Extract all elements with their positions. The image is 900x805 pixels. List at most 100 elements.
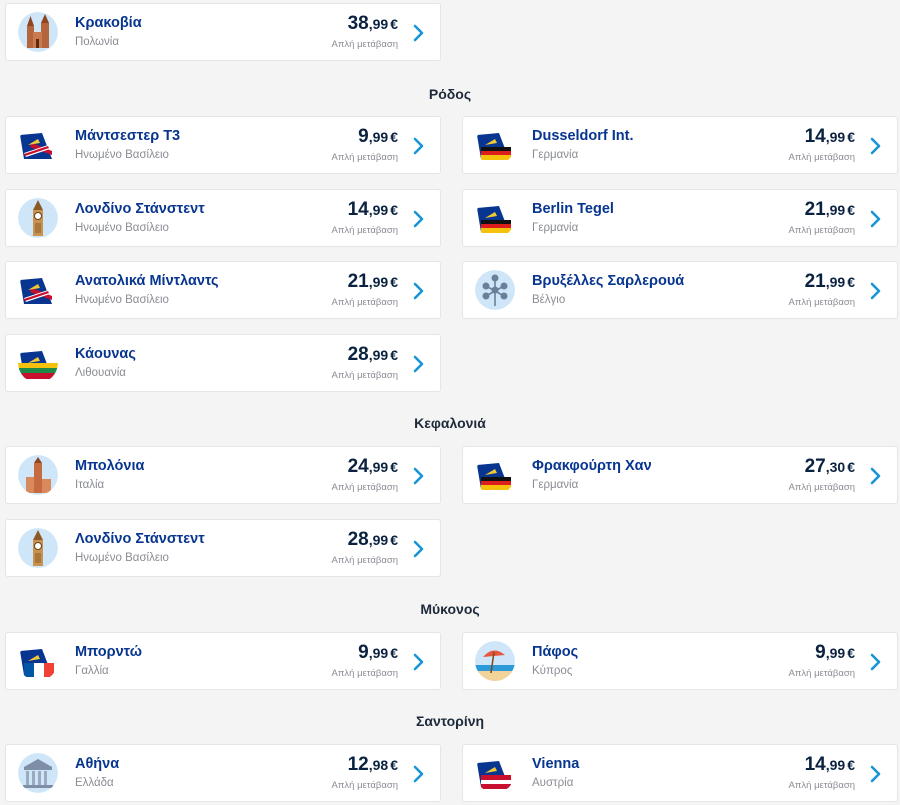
flight-card[interactable]: Κάουνας Λιθουανία 28,99 € Απλή μετάβαση [5,334,441,392]
flight-card[interactable]: Μάντσεστερ T3 Ηνωμένο Βασίλειο 9,99 € Απλ… [5,116,441,174]
price: 12,98 € [347,754,398,775]
france-flag-tail-icon [18,641,58,681]
destination-city: Vienna [532,756,580,772]
big-ben-icon [18,198,58,238]
destination-country: Ηνωμένο Βασίλειο [75,294,169,306]
chevron-right-icon[interactable] [869,466,883,486]
flight-card[interactable]: Αθήνα Ελλάδα 12,98 € Απλή μετάβαση [5,744,441,802]
fare-type-label: Απλή μετάβαση [788,152,856,163]
chevron-right-icon[interactable] [412,136,426,156]
destination-country: Γερμανία [532,149,579,161]
destination-city: Κάουνας [75,346,136,362]
chevron-right-icon[interactable] [869,764,883,784]
flight-card[interactable]: Vienna Αυστρία 14,99 € Απλή μετάβαση [462,744,898,802]
destination-country: Ιταλία [75,479,105,491]
section-title: Κεφαλονιά [414,415,486,431]
price: 38,99 € [347,13,398,34]
chevron-right-icon[interactable] [412,652,426,672]
price: 21,99 € [804,199,855,220]
flight-card[interactable]: Μπολόνια Ιταλία 24,99 € Απλή μετάβαση [5,446,441,504]
price: 14,99 € [804,126,855,147]
fare-type-label: Απλή μετάβαση [788,668,856,679]
flight-card[interactable]: Πάφος Κύπρος 9,99 € Απλή μετάβαση [462,632,898,690]
destination-city: Πάφος [532,644,579,660]
atomium-icon [475,270,515,310]
destination-country: Ηνωμένο Βασίλειο [75,149,169,161]
flight-card[interactable]: Μπορντώ Γαλλία 9,99 € Απλή μετάβαση [5,632,441,690]
price: 28,99 € [347,344,398,365]
destination-city: Λονδίνο Στάνστεντ [75,531,205,547]
germany-flag-tail-icon [475,455,515,495]
flight-card[interactable]: Φρακφούρτη Χαν Γερμανία 27,30 € Απλή μετά… [462,446,898,504]
price: 27,30 € [804,456,855,477]
fare-type-label: Απλή μετάβαση [331,668,399,679]
destination-city: Μπολόνια [75,458,145,474]
flight-card[interactable]: Λονδίνο Στάνστεντ Ηνωμένο Βασίλειο 28,99… [5,519,441,577]
fare-type-label: Απλή μετάβαση [788,482,856,493]
chevron-right-icon[interactable] [869,281,883,301]
fare-type-label: Απλή μετάβαση [788,780,856,791]
destination-city: Αθήνα [75,756,120,772]
destination-country: Ηνωμένο Βασίλειο [75,222,169,234]
uk-flag-tail-icon [18,125,58,165]
chevron-right-icon[interactable] [869,652,883,672]
destination-country: Αυστρία [532,777,574,789]
chevron-right-icon[interactable] [412,354,426,374]
destination-city: Μάντσεστερ T3 [75,128,181,144]
destination-country: Γερμανία [532,479,579,491]
fare-type-label: Απλή μετάβαση [331,370,399,381]
germany-flag-tail-icon [475,125,515,165]
destination-country: Γερμανία [532,222,579,234]
destination-country: Κύπρος [532,665,573,677]
price: 9,99 € [815,642,855,663]
destination-city: Λονδίνο Στάνστεντ [75,201,205,217]
price: 24,99 € [347,456,398,477]
tower-icon [18,455,58,495]
chevron-right-icon[interactable] [412,539,426,559]
flight-card[interactable]: Κρακοβία Πολωνία 38,99 € Απλή μετάβαση [5,3,441,61]
section-title: Σαντορίνη [415,713,485,729]
chevron-right-icon[interactable] [869,136,883,156]
fare-type-label: Απλή μετάβαση [331,152,399,163]
destination-city: Φρακφούρτη Χαν [532,458,652,474]
destination-country: Λιθουανία [75,367,126,379]
chevron-right-icon[interactable] [869,209,883,229]
lithuania-flag-tail-icon [18,343,58,383]
destination-city: Dusseldorf Int. [532,128,634,144]
destination-country: Πολωνία [75,36,119,48]
destination-city: Κρακοβία [75,15,142,31]
destination-city: Βρυξέλλες Σαρλερουά [532,273,685,289]
price: 9,99 € [358,642,398,663]
chevron-right-icon[interactable] [412,23,426,43]
price: 21,99 € [347,271,398,292]
section-title: Ρόδος [428,86,472,102]
price: 9,99 € [358,126,398,147]
fare-type-label: Απλή μετάβαση [788,297,856,308]
destination-country: Ελλάδα [75,777,114,789]
destination-city: Ανατολικά Μίντλαντς [75,273,219,289]
fare-type-label: Απλή μετάβαση [331,225,399,236]
chevron-right-icon[interactable] [412,281,426,301]
uk-flag-tail-icon [18,270,58,310]
chevron-right-icon[interactable] [412,209,426,229]
destination-country: Γαλλία [75,665,109,677]
price: 28,99 € [347,529,398,550]
destination-city: Berlin Tegel [532,201,614,217]
fare-type-label: Απλή μετάβαση [331,297,399,308]
fare-type-label: Απλή μετάβαση [788,225,856,236]
flight-card[interactable]: Berlin Tegel Γερμανία 21,99 € Απλή μετάβα… [462,189,898,247]
chevron-right-icon[interactable] [412,466,426,486]
austria-flag-tail-icon [475,753,515,793]
parthenon-icon [18,753,58,793]
destination-country: Ηνωμένο Βασίλειο [75,552,169,564]
flight-card[interactable]: Βρυξέλλες Σαρλερουά Βέλγιο 21,99 € Απλή μ… [462,261,898,319]
chevron-right-icon[interactable] [412,764,426,784]
fare-type-label: Απλή μετάβαση [331,780,399,791]
flight-card[interactable]: Dusseldorf Int. Γερμανία 14,99 € Απλή μετ… [462,116,898,174]
fare-type-label: Απλή μετάβαση [331,482,399,493]
flight-card[interactable]: Ανατολικά Μίντλαντς Ηνωμένο Βασίλειο 21,… [5,261,441,319]
fare-type-label: Απλή μετάβαση [331,555,399,566]
flight-card[interactable]: Λονδίνο Στάνστεντ Ηνωμένο Βασίλειο 14,99… [5,189,441,247]
destination-city: Μπορντώ [75,644,142,660]
price: 14,99 € [804,754,855,775]
